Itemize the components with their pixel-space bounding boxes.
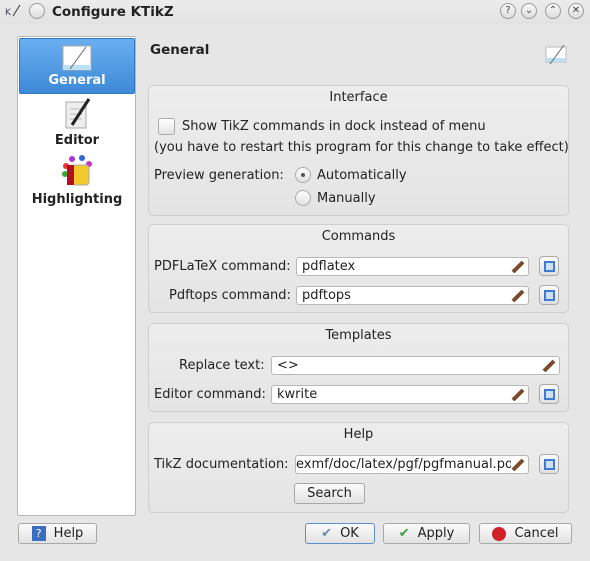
pdftops-label: Pdftops command: [169, 288, 291, 303]
close-button[interactable]: ✕ [568, 3, 584, 19]
clear-brush-icon[interactable] [511, 388, 525, 401]
editor-command-input[interactable]: kwrite [271, 385, 529, 404]
editor-command-label: Editor command: [154, 387, 266, 402]
radio-manually[interactable] [295, 190, 311, 206]
svg-text:K: K [5, 8, 12, 18]
pdflatex-browse-button[interactable] [539, 256, 559, 276]
sidebar-item-label: Editor [54, 133, 100, 148]
window-icon [62, 45, 92, 71]
replace-text-value: <> [277, 358, 299, 373]
replace-text-label: Replace text: [179, 358, 265, 373]
check-icon: ✔ [321, 526, 333, 541]
sidebar-item-label: General [48, 73, 106, 88]
save-icon [544, 290, 555, 301]
commands-group: Commands PDFLaTeX command: pdflatex Pdft… [148, 224, 569, 313]
page-list: General Editor Highlighting [17, 36, 136, 516]
clear-brush-icon[interactable] [511, 289, 525, 302]
apply-button[interactable]: ✔ Apply [383, 523, 470, 544]
tikz-doc-value: exmf/doc/latex/pgf/pgfmanual.pdf [296, 457, 518, 472]
cancel-icon [492, 526, 507, 541]
replace-text-input[interactable]: <> [271, 356, 560, 375]
clear-brush-icon[interactable] [542, 359, 556, 372]
title-bar: K Configure KTikZ ? ⌄ ⌃ ✕ [0, 0, 590, 24]
tikz-doc-browse-button[interactable] [539, 454, 559, 474]
pdftops-value: pdftops [302, 288, 351, 303]
paint-bucket-icon [62, 155, 92, 186]
help-window-button[interactable]: ? [500, 3, 516, 19]
sidebar-item-general[interactable]: General [19, 38, 135, 94]
save-icon [544, 261, 555, 272]
sidebar-item-label: Highlighting [31, 192, 123, 207]
minimize-button[interactable]: ⌄ [521, 3, 537, 19]
help-label: Help [53, 526, 84, 541]
pdflatex-value: pdflatex [302, 259, 356, 274]
general-page-icon [545, 44, 567, 65]
help-group: Help TikZ documentation: exmf/doc/latex/… [148, 422, 569, 513]
check-icon: ✔ [398, 526, 410, 541]
restart-note: (you have to restart this program for th… [154, 140, 569, 155]
cancel-button[interactable]: Cancel [479, 523, 572, 544]
group-title: Commands [321, 229, 396, 244]
pen-document-icon [65, 98, 91, 129]
radio-automatically[interactable] [295, 167, 311, 183]
help-book-icon: ? [31, 526, 46, 541]
group-title: Help [343, 427, 374, 442]
cancel-label: Cancel [514, 526, 559, 541]
save-icon [544, 389, 555, 400]
radio-manually-label[interactable]: Manually [317, 191, 376, 206]
dock-checkbox[interactable] [158, 118, 175, 135]
clear-brush-icon[interactable] [511, 260, 525, 273]
radio-automatically-label[interactable]: Automatically [317, 168, 407, 183]
editor-browse-button[interactable] [539, 384, 559, 404]
window-menu-button[interactable] [29, 3, 45, 19]
ok-label: OK [340, 526, 359, 541]
page-title: General [150, 42, 210, 58]
group-title: Interface [329, 90, 388, 105]
save-icon [544, 459, 555, 470]
sidebar-item-highlighting[interactable]: Highlighting [19, 154, 135, 208]
maximize-button[interactable]: ⌃ [545, 3, 561, 19]
interface-group: Interface Show TikZ commands in dock ins… [148, 85, 569, 216]
window-title: Configure KTikZ [52, 4, 174, 20]
ktikz-app-icon: K [5, 4, 21, 18]
pdflatex-label: PDFLaTeX command: [154, 259, 291, 274]
search-button[interactable]: Search [294, 483, 365, 504]
sidebar-item-editor[interactable]: Editor [19, 97, 135, 151]
pdftops-browse-button[interactable] [539, 285, 559, 305]
group-title: Templates [325, 328, 392, 343]
dock-checkbox-label[interactable]: Show TikZ commands in dock instead of me… [182, 119, 486, 134]
templates-group: Templates Replace text: <> Editor comman… [148, 323, 569, 412]
preview-label: Preview generation: [154, 168, 284, 183]
clear-brush-icon[interactable] [511, 458, 525, 471]
apply-label: Apply [417, 526, 455, 541]
tikz-doc-label: TikZ documentation: [154, 457, 289, 472]
editor-command-value: kwrite [277, 387, 318, 402]
pdflatex-input[interactable]: pdflatex [296, 257, 529, 276]
ok-button[interactable]: ✔ OK [305, 523, 375, 544]
pdftops-input[interactable]: pdftops [296, 286, 529, 305]
help-button[interactable]: ? Help [18, 523, 97, 544]
tikz-doc-input[interactable]: exmf/doc/latex/pgf/pgfmanual.pdf [295, 455, 529, 474]
